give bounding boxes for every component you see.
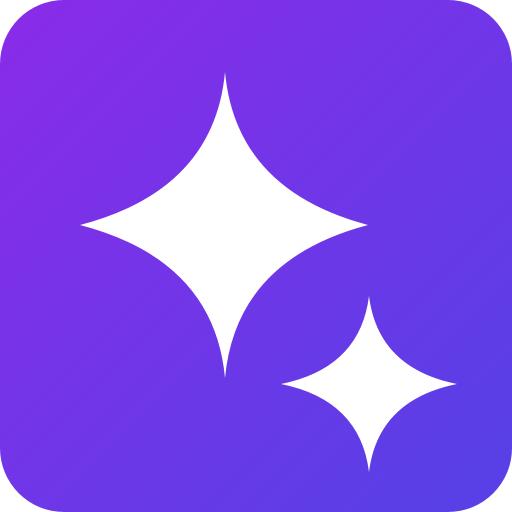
sparkles-icon [0, 0, 512, 512]
app-icon [0, 0, 512, 512]
